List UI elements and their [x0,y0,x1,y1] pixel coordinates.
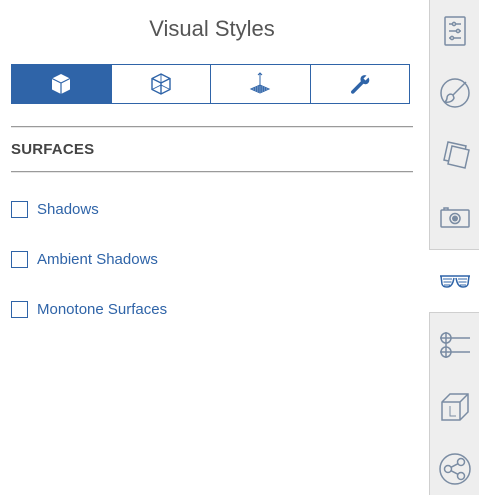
axes-grid-icon [250,72,271,94]
glasses-icon [439,275,470,288]
paint-brush-icon [440,78,470,108]
ambient-shadows-option[interactable]: Ambient Shadows [11,249,158,269]
sliders-icon [440,332,470,358]
shadows-label[interactable]: Shadows [37,201,99,218]
sidebar-item-appearance[interactable] [430,62,479,124]
sidebar-item-scenes[interactable] [430,186,479,248]
camera-icon [440,207,470,228]
sidebar-item-visual-styles[interactable] [429,249,479,313]
panel-title: Visual Styles [149,16,275,41]
outliner-list-icon [444,16,466,46]
tab-solid[interactable] [12,65,112,103]
layers-icon [443,141,470,169]
shadows-option[interactable]: Shadows [11,199,99,219]
ambient-shadows-checkbox[interactable] [11,250,28,268]
ambient-shadows-label[interactable]: Ambient Shadows [37,251,158,268]
monotone-surfaces-label[interactable]: Monotone Surfaces [37,301,167,318]
section-title: SURFACES [11,141,95,158]
section-divider-bottom [11,171,413,172]
sidebar-item-components[interactable] [430,376,479,438]
visual-styles-panel: Visual Styles SURFACES Shadows Ambient S… [0,0,428,495]
wireframe-cube-icon [151,73,171,95]
section-divider-top [11,126,413,127]
sidebar-item-outliner[interactable] [430,0,479,62]
sidebar-item-share[interactable] [430,438,479,500]
extrude-box-icon [441,393,469,421]
wrench-icon [350,75,370,94]
share-icon [439,453,471,485]
tab-wireframe[interactable] [111,65,211,103]
sidebar-item-layers[interactable] [430,124,479,186]
sidebar-item-properties[interactable] [430,314,479,376]
right-tool-sidebar [429,0,479,495]
style-tab-bar [11,64,410,104]
monotone-surfaces-option[interactable]: Monotone Surfaces [11,299,167,319]
monotone-surfaces-checkbox[interactable] [11,300,28,318]
solid-cube-icon [51,74,71,94]
shadows-checkbox[interactable] [11,200,28,218]
tab-axes[interactable] [211,65,311,103]
tab-settings[interactable] [310,65,409,103]
